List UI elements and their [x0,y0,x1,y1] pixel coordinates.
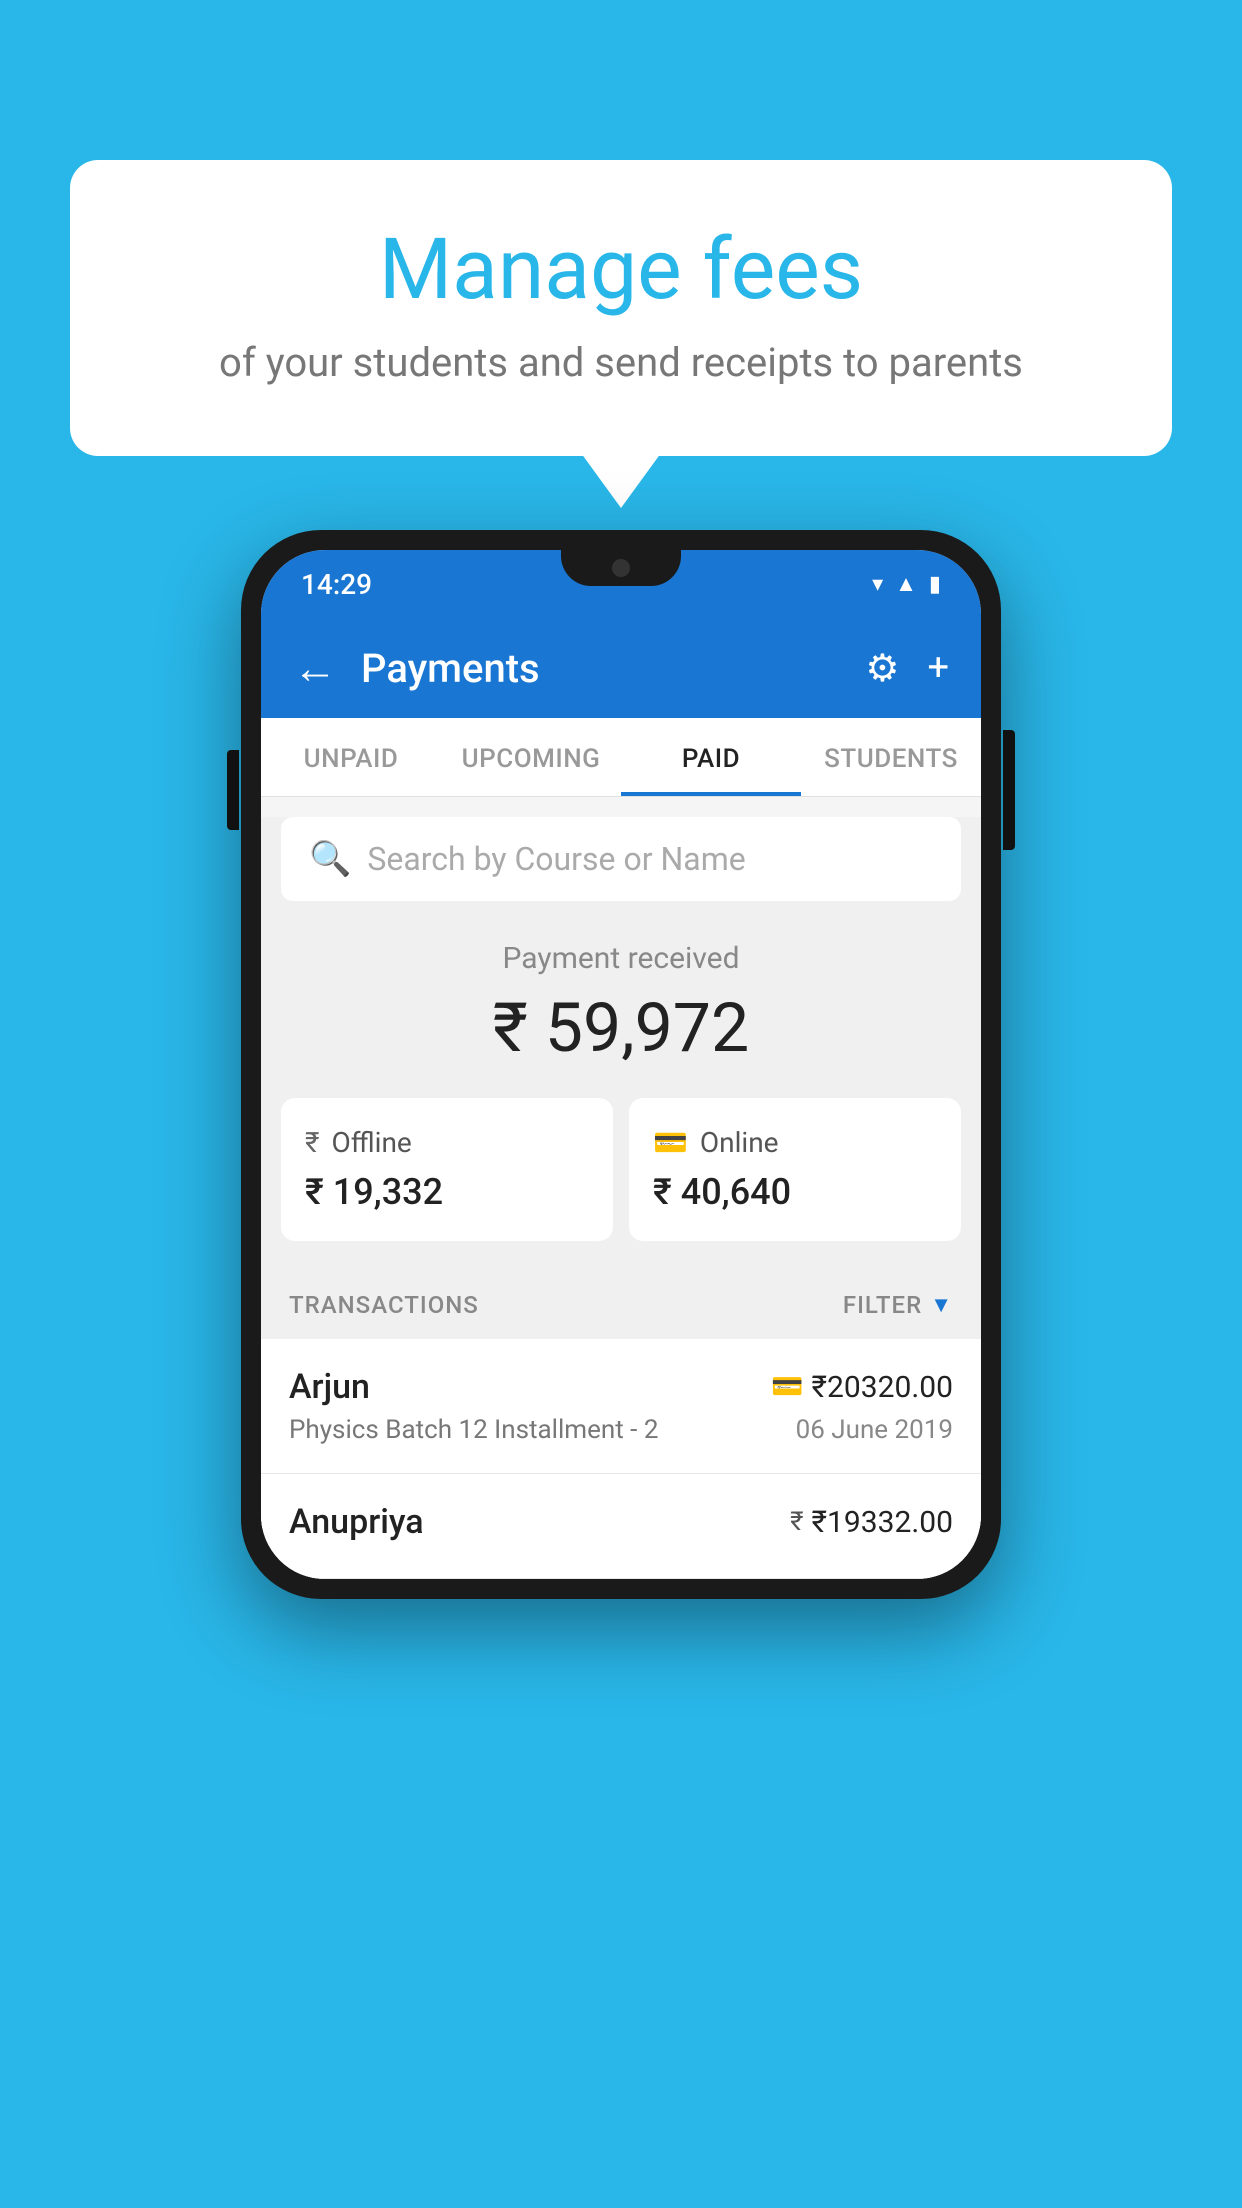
speech-bubble-title: Manage fees [140,220,1102,319]
search-placeholder: Search by Course or Name [367,840,745,878]
filter-button[interactable]: FILTER ▼ [843,1291,953,1319]
status-icons: ▾ ▲ ▮ [872,571,941,597]
transaction-amount-1: 💳 ₹20320.00 [771,1370,953,1405]
tab-upcoming[interactable]: UPCOMING [441,718,621,796]
status-bar: 14:29 ▾ ▲ ▮ [261,550,981,618]
online-icon: 💳 [653,1126,688,1159]
transaction-top-1: Arjun 💳 ₹20320.00 [289,1367,953,1407]
tabs: UNPAID UPCOMING PAID STUDENTS [261,718,981,797]
offline-icon: ₹ [305,1126,319,1159]
notch [561,550,681,586]
phone-frame: 14:29 ▾ ▲ ▮ ← Payments ⚙ + UNPAID UPCO [241,530,1001,1599]
payment-type-icon-2: ₹ [790,1507,803,1537]
filter-label-text: FILTER [843,1291,922,1319]
online-label: Online [700,1126,779,1159]
transaction-name-2: Anupriya [289,1502,424,1542]
content-area: 🔍 Search by Course or Name Payment recei… [261,817,981,1579]
tab-unpaid[interactable]: UNPAID [261,718,441,796]
speech-bubble-container: Manage fees of your students and send re… [70,160,1172,456]
app-title: Payments [361,645,841,692]
online-card: 💳 Online ₹ 40,640 [629,1098,961,1241]
transaction-amount-2: ₹ ₹19332.00 [790,1505,953,1540]
transaction-row[interactable]: Arjun 💳 ₹20320.00 Physics Batch 12 Insta… [261,1339,981,1474]
transactions-label: TRANSACTIONS [289,1291,479,1319]
online-amount: ₹ 40,640 [653,1171,937,1213]
header-icons: ⚙ + [865,646,949,691]
battery-icon: ▮ [929,572,941,597]
payment-cards-row: ₹ Offline ₹ 19,332 💳 Online ₹ 40,640 [261,1098,981,1271]
speech-bubble-subtitle: of your students and send receipts to pa… [140,339,1102,386]
transaction-date-1: 06 June 2019 [796,1415,953,1445]
settings-icon[interactable]: ⚙ [865,646,899,691]
speech-bubble: Manage fees of your students and send re… [70,160,1172,456]
offline-amount: ₹ 19,332 [305,1171,589,1213]
phone-screen: 14:29 ▾ ▲ ▮ ← Payments ⚙ + UNPAID UPCO [261,550,981,1579]
search-bar[interactable]: 🔍 Search by Course or Name [281,817,961,901]
transaction-top-2: Anupriya ₹ ₹19332.00 [289,1502,953,1542]
transaction-row[interactable]: Anupriya ₹ ₹19332.00 [261,1474,981,1579]
wifi-icon: ▾ [872,572,883,597]
tab-paid[interactable]: PAID [621,718,801,796]
transaction-name-1: Arjun [289,1367,370,1407]
payment-type-icon-1: 💳 [771,1372,803,1402]
payment-received-amount: ₹ 59,972 [281,988,961,1068]
add-icon[interactable]: + [927,646,949,690]
filter-icon: ▼ [930,1292,953,1318]
phone-container: 14:29 ▾ ▲ ▮ ← Payments ⚙ + UNPAID UPCO [241,530,1001,1599]
payment-received-label: Payment received [281,941,961,976]
app-header: ← Payments ⚙ + [261,618,981,718]
offline-card-header: ₹ Offline [305,1126,589,1159]
notch-camera [612,559,630,577]
back-button[interactable]: ← [293,642,337,694]
signal-icon: ▲ [895,571,917,597]
transactions-header: TRANSACTIONS FILTER ▼ [261,1271,981,1339]
online-card-header: 💳 Online [653,1126,937,1159]
search-icon: 🔍 [309,839,351,879]
payment-received-section: Payment received ₹ 59,972 [261,901,981,1098]
transaction-bottom-1: Physics Batch 12 Installment - 2 06 June… [289,1415,953,1445]
tab-students[interactable]: STUDENTS [801,718,981,796]
offline-card: ₹ Offline ₹ 19,332 [281,1098,613,1241]
status-time: 14:29 [301,568,372,601]
offline-label: Offline [331,1126,411,1159]
transaction-course-1: Physics Batch 12 Installment - 2 [289,1415,658,1445]
